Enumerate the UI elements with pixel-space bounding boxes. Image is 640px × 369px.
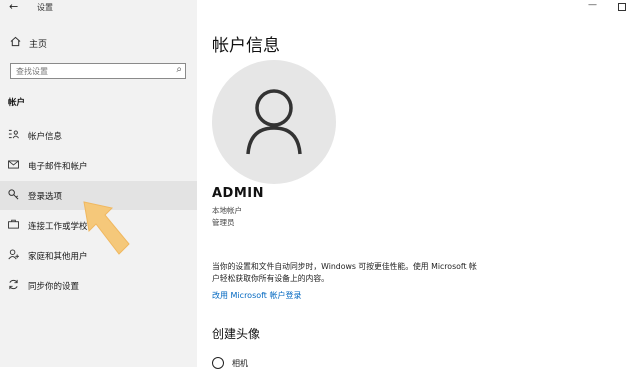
home-nav[interactable]: 主页 <box>8 35 188 51</box>
microsoft-account-link[interactable]: 改用 Microsoft 帐户登录 <box>212 290 302 301</box>
maximize-icon[interactable] <box>618 3 626 11</box>
sidebar-item-email-accounts[interactable]: 电子邮件和帐户 <box>0 151 197 180</box>
person-card-icon <box>6 129 20 142</box>
search-placeholder: 查找设置 <box>16 67 48 76</box>
sidebar-item-label: 电子邮件和帐户 <box>28 161 88 172</box>
add-person-icon <box>6 248 20 263</box>
key-icon <box>6 188 20 203</box>
briefcase-icon <box>6 219 20 232</box>
back-arrow-icon[interactable]: ← <box>9 0 18 13</box>
window-controls: — <box>580 0 640 12</box>
user-silhouette-icon <box>246 89 302 155</box>
sidebar-item-label: 连接工作或学校 <box>28 221 88 232</box>
sidebar-item-account-info[interactable]: 帐户信息 <box>0 121 197 150</box>
account-role: 管理员 <box>212 218 235 227</box>
minimize-icon[interactable]: — <box>588 0 597 10</box>
sidebar-item-label: 登录选项 <box>28 191 63 202</box>
create-avatar-heading: 创建头像 <box>212 327 261 341</box>
camera-option[interactable]: 相机 <box>212 357 248 369</box>
title-bar: ← 设置 <box>0 0 197 16</box>
camera-icon <box>212 357 224 369</box>
account-type: 本地帐户 <box>212 206 242 215</box>
sidebar-item-label: 帐户信息 <box>28 131 63 142</box>
page-title: 帐户信息 <box>212 36 280 56</box>
app-title: 设置 <box>37 3 53 12</box>
sidebar-item-sync-settings[interactable]: 同步你的设置 <box>0 271 197 300</box>
sidebar-item-label: 同步你的设置 <box>28 281 80 292</box>
user-name: ADMIN <box>212 186 265 201</box>
pointer-arrow-icon <box>83 201 130 255</box>
mail-icon <box>6 159 20 172</box>
sidebar: ← 设置 主页 查找设置 ⌕ 帐户 帐户信息 电子邮件和帐户 登录选项 连接工作… <box>0 0 197 367</box>
home-icon <box>8 36 22 50</box>
search-icon[interactable]: ⌕ <box>176 64 182 75</box>
sidebar-item-label: 家庭和其他用户 <box>28 251 88 262</box>
section-heading: 帐户 <box>8 98 26 108</box>
avatar <box>212 60 336 184</box>
sync-icon <box>6 279 20 293</box>
home-label: 主页 <box>29 39 48 50</box>
sync-description: 当你的设置和文件自动同步时，Windows 可按更佳性能。使用 Microsof… <box>212 262 477 283</box>
search-input[interactable]: 查找设置 ⌕ <box>10 63 186 79</box>
